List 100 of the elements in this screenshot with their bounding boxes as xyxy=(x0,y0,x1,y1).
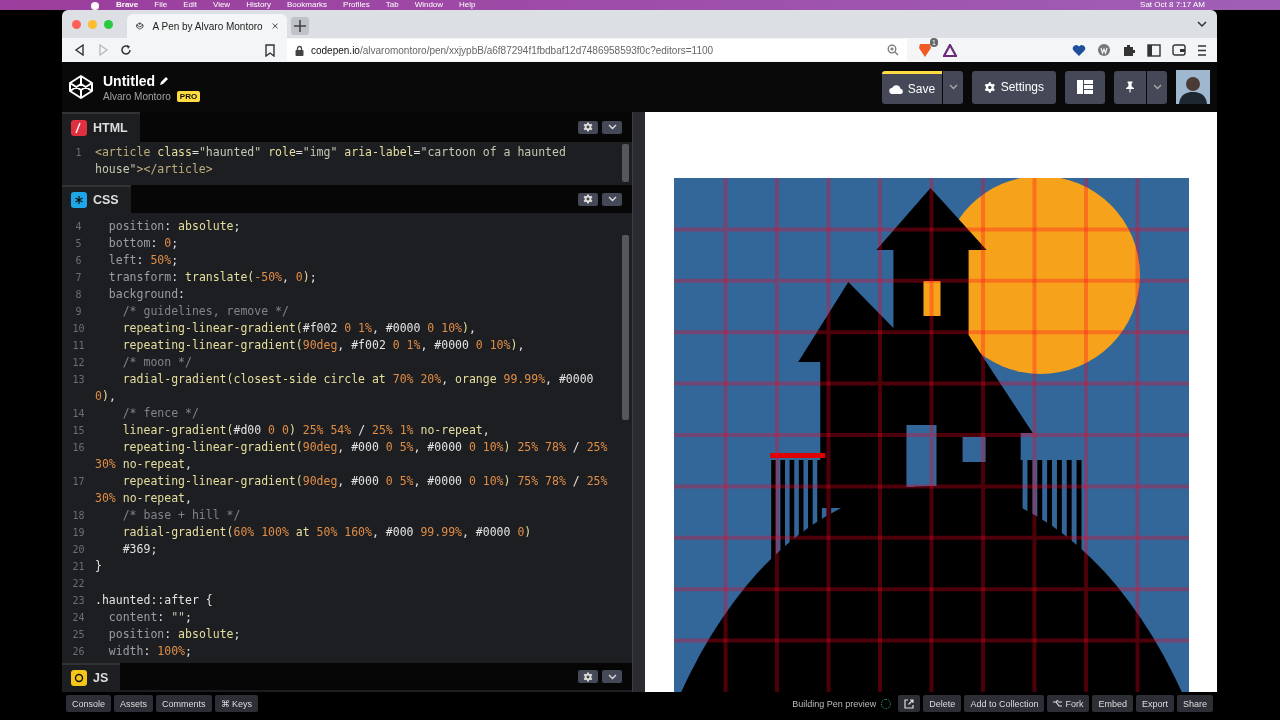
line-number: 4 xyxy=(74,220,83,234)
menu-item[interactable]: File xyxy=(154,0,168,10)
menu-item[interactable]: History xyxy=(246,0,272,10)
editor-tab[interactable]: JS xyxy=(62,663,121,690)
line-number: 17 xyxy=(71,475,86,489)
wallet-icon[interactable] xyxy=(1172,44,1186,56)
external-link-icon xyxy=(904,698,915,709)
code-line: radial-gradient(60% 100% at 50% 160%, #000 99.99%, #0000 0) xyxy=(121,524,532,541)
pencil-icon[interactable] xyxy=(159,75,170,86)
line-number: 5 xyxy=(74,237,83,251)
footer-button[interactable]: ⌘ Keys xyxy=(214,695,259,712)
code-line: position: absolute; xyxy=(107,626,241,643)
editor-settings-button[interactable] xyxy=(578,670,598,683)
clock: Sat Oct 8 7:17 AM xyxy=(1140,0,1205,10)
line-number: 8 xyxy=(74,288,83,302)
close-icon[interactable] xyxy=(271,21,278,31)
layout-icon xyxy=(1077,80,1093,94)
menu-item[interactable]: Brave xyxy=(116,0,139,10)
editor-tab[interactable]: CSS xyxy=(62,185,131,213)
line-number: 14 xyxy=(71,407,86,421)
pro-badge: PRO xyxy=(176,90,201,102)
asterisk-icon xyxy=(71,192,87,208)
menu-item[interactable]: Bookmarks xyxy=(287,0,328,10)
line-number: 16 xyxy=(71,441,86,455)
lion-shield-icon[interactable] xyxy=(918,42,932,58)
menu-icon[interactable] xyxy=(1197,43,1207,57)
chevron-down-icon xyxy=(607,196,617,202)
code-line: #369; xyxy=(121,541,158,558)
editor-settings-button[interactable] xyxy=(578,192,598,206)
chevron-down-icon[interactable] xyxy=(1197,20,1207,28)
collapse-button[interactable] xyxy=(602,670,622,683)
code-line: 30% no-repeat, xyxy=(95,456,192,473)
extension-icon[interactable] xyxy=(1097,43,1111,57)
line-number: 20 xyxy=(71,543,86,557)
footer-button[interactable]: Comments xyxy=(156,695,212,712)
plus-icon xyxy=(294,20,306,32)
settings-icon xyxy=(583,122,593,132)
line-number: 6 xyxy=(74,254,83,268)
footer-button[interactable]: Console xyxy=(66,695,112,712)
scrollbar[interactable] xyxy=(622,235,629,420)
code-line: width: 100%; xyxy=(107,643,192,660)
line-number: 10 xyxy=(71,322,86,336)
layout-button[interactable] xyxy=(1065,70,1105,104)
save-button[interactable]: Save xyxy=(882,70,942,104)
sidebar-icon[interactable] xyxy=(1147,43,1161,57)
line-number: 1 xyxy=(74,146,83,160)
zoom-icon[interactable] xyxy=(887,44,899,56)
line-number: 18 xyxy=(71,509,86,523)
triangle-icon[interactable] xyxy=(943,43,957,57)
code-line: /* fence */ xyxy=(121,405,199,422)
reload-icon[interactable] xyxy=(120,44,132,56)
menu-item[interactable]: Help xyxy=(459,0,476,10)
code-line: position: absolute; xyxy=(107,218,241,235)
footer-button[interactable]: Delete xyxy=(923,695,962,712)
caret-icon xyxy=(948,84,958,90)
code-line: background: xyxy=(107,286,186,303)
collapse-button[interactable] xyxy=(602,192,622,206)
settings-button[interactable]: Settings xyxy=(972,70,1056,104)
address-bar[interactable]: codepen.io/alvaromontoro/pen/xxjypbB/a6f87294f1fbdbaf12d7486958593f0c?editors=1100 xyxy=(287,39,907,61)
editor-settings-button[interactable] xyxy=(578,120,598,134)
browser-tab[interactable]: A Pen by Alvaro Montoro xyxy=(127,14,287,38)
code-line: bottom: 0; xyxy=(107,235,179,252)
menu-item[interactable]: Window xyxy=(414,0,444,10)
code-line: .haunted::after { xyxy=(95,592,213,609)
footer-button[interactable]: Embed xyxy=(1092,695,1133,712)
code-line: <article class="haunted" role="img" aria-label="cartoon of a haunted xyxy=(95,144,566,161)
menu-item[interactable]: Tab xyxy=(385,0,399,10)
code-line: house"></article> xyxy=(95,161,213,178)
back-icon[interactable] xyxy=(74,44,86,56)
dropdown-button[interactable] xyxy=(1147,70,1167,104)
footer-button[interactable]: Share xyxy=(1176,695,1213,712)
codepen-logo-icon[interactable] xyxy=(68,74,94,100)
avatar[interactable] xyxy=(1176,70,1210,104)
line-number: 7 xyxy=(74,271,83,285)
resize-handle[interactable] xyxy=(632,112,645,692)
code-line: repeating-linear-gradient(90deg, #f002 0 1%, #0000 0 10%), xyxy=(121,337,525,354)
author-name[interactable]: Alvaro Montoro xyxy=(103,90,171,102)
footer-button[interactable]: Export xyxy=(1135,695,1174,712)
pen-title[interactable]: Untitled xyxy=(103,72,156,89)
collapse-button[interactable] xyxy=(602,120,622,134)
puzzle-icon[interactable] xyxy=(1122,43,1136,57)
line-number: 26 xyxy=(71,645,86,659)
pin-button[interactable] xyxy=(1114,70,1146,104)
dropdown-button[interactable] xyxy=(943,70,963,104)
footer-button[interactable]: Add to Collection xyxy=(964,695,1045,712)
heart-icon[interactable] xyxy=(1072,43,1086,57)
code-line: linear-gradient(#d00 0 0) 25% 54% / 25% 1% no-repeat, xyxy=(121,422,490,439)
settings-icon xyxy=(984,80,996,94)
menu-item[interactable]: Profiles xyxy=(343,0,370,10)
scrollbar[interactable] xyxy=(622,144,629,182)
menu-item[interactable]: Edit xyxy=(183,0,197,10)
line-number: 23 xyxy=(71,594,86,608)
open-external-button[interactable] xyxy=(898,695,921,712)
editor-tab[interactable]: HTML xyxy=(62,112,140,142)
new-tab-button[interactable] xyxy=(291,17,309,35)
code-line: content: ""; xyxy=(107,609,192,626)
menu-item[interactable]: View xyxy=(212,0,231,10)
footer-button[interactable]: Fork xyxy=(1047,695,1090,712)
bookmark-icon[interactable] xyxy=(264,43,276,57)
footer-button[interactable]: Assets xyxy=(114,695,154,712)
